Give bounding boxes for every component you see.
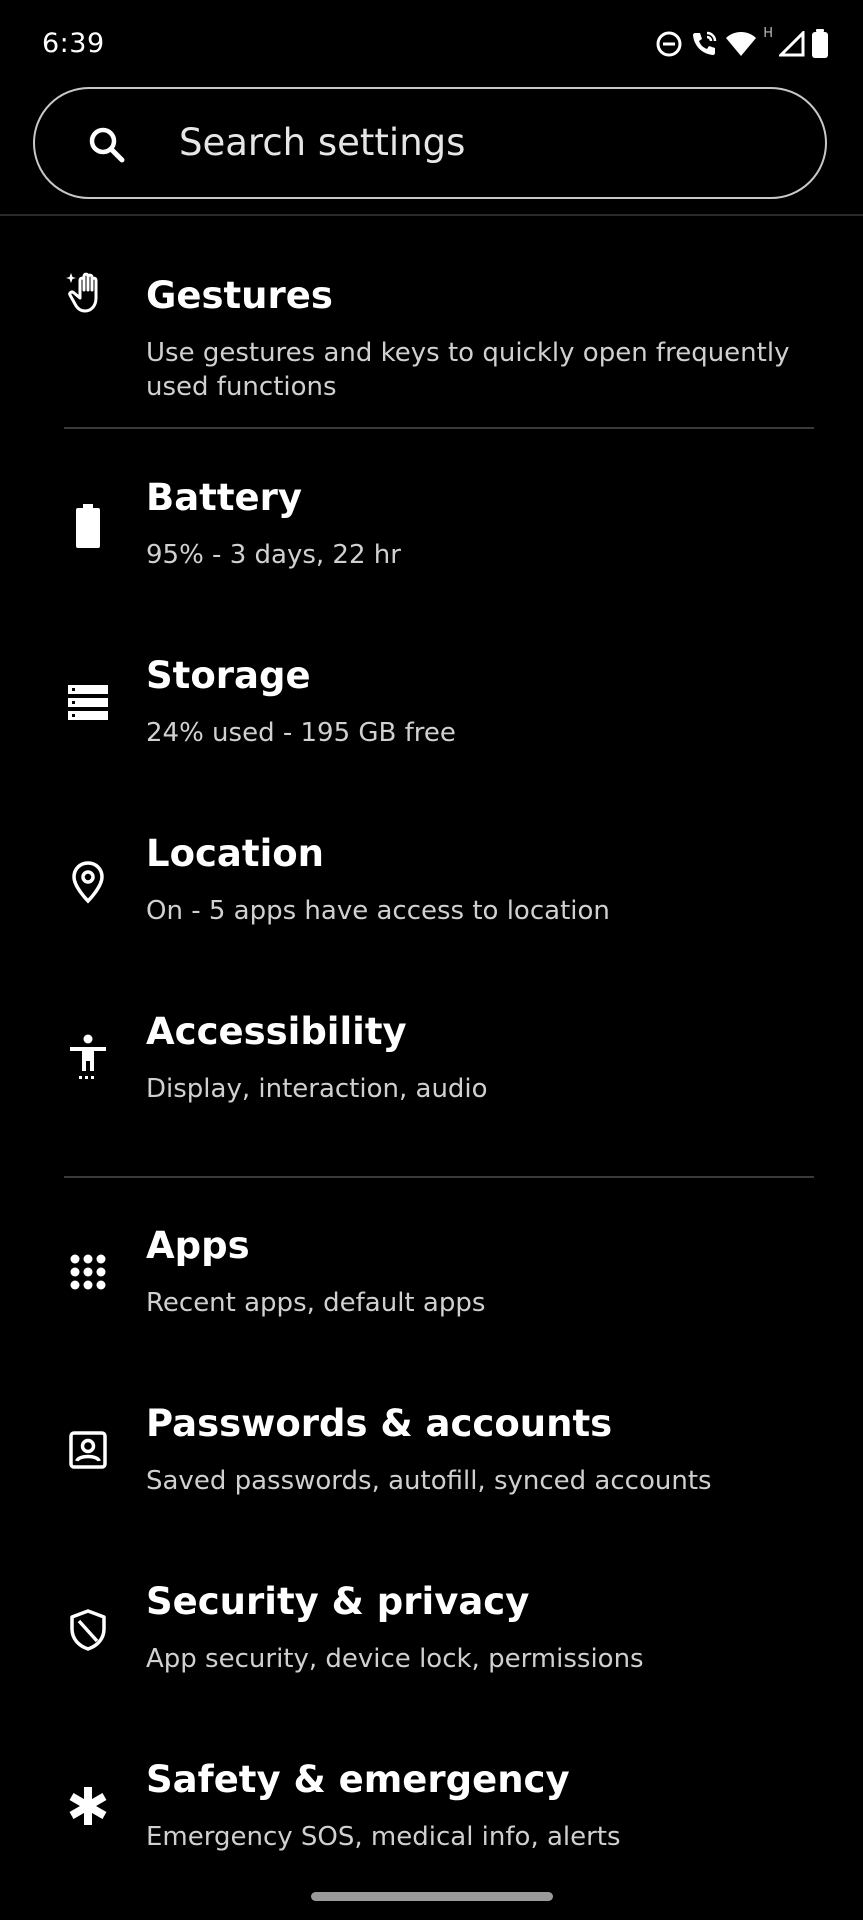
setting-item-security-privacy[interactable]: Security & privacy App security, device … bbox=[0, 1580, 863, 1700]
setting-title: Location bbox=[146, 832, 325, 875]
setting-item-battery[interactable]: Battery 95% - 3 days, 22 hr bbox=[0, 476, 863, 596]
account-box-icon bbox=[62, 1424, 114, 1476]
setting-item-location[interactable]: Location On - 5 apps have access to loca… bbox=[0, 832, 863, 952]
setting-item-safety-emergency[interactable]: Safety & emergency Emergency SOS, medica… bbox=[0, 1758, 863, 1878]
setting-subtitle: Use gestures and keys to quickly open fr… bbox=[146, 338, 790, 402]
setting-subtitle: On - 5 apps have access to location bbox=[146, 896, 610, 926]
setting-subtitle: 24% used - 195 GB free bbox=[146, 718, 456, 748]
shield-icon bbox=[62, 1604, 114, 1656]
setting-title: Passwords & accounts bbox=[146, 1402, 613, 1445]
wifi-calling-icon bbox=[689, 29, 719, 59]
status-icons: H bbox=[655, 26, 829, 60]
setting-subtitle: Display, interaction, audio bbox=[146, 1074, 488, 1104]
setting-subtitle: Recent apps, default apps bbox=[146, 1288, 486, 1318]
setting-title: Safety & emergency bbox=[146, 1758, 570, 1801]
setting-title: Battery bbox=[146, 476, 303, 519]
setting-subtitle: Emergency SOS, medical info, alerts bbox=[146, 1822, 621, 1852]
location-pin-icon bbox=[62, 856, 114, 908]
cellular-signal-icon bbox=[779, 31, 805, 57]
header-divider bbox=[0, 214, 863, 216]
setting-title: Security & privacy bbox=[146, 1580, 530, 1623]
home-indicator[interactable] bbox=[311, 1892, 553, 1901]
accessibility-icon bbox=[62, 1032, 114, 1084]
search-bar[interactable] bbox=[33, 87, 827, 199]
setting-item-storage[interactable]: Storage 24% used - 195 GB free bbox=[0, 654, 863, 774]
emergency-asterisk-icon bbox=[62, 1780, 114, 1832]
section-divider bbox=[64, 1176, 814, 1178]
setting-item-apps[interactable]: Apps Recent apps, default apps bbox=[0, 1224, 863, 1344]
setting-title: Storage bbox=[146, 654, 311, 697]
storage-icon bbox=[62, 676, 114, 728]
section-divider bbox=[64, 427, 814, 429]
search-icon bbox=[87, 125, 127, 165]
setting-subtitle: 95% - 3 days, 22 hr bbox=[146, 540, 401, 570]
setting-title: Gestures bbox=[146, 274, 333, 317]
do-not-disturb-icon bbox=[655, 30, 683, 58]
network-type-label: H bbox=[763, 26, 773, 41]
battery-icon bbox=[811, 29, 829, 59]
setting-subtitle: Saved passwords, autofill, synced accoun… bbox=[146, 1466, 712, 1496]
search-input[interactable] bbox=[179, 89, 779, 197]
status-bar: 6:39 H bbox=[0, 0, 863, 88]
setting-item-gestures[interactable]: Gestures Use gestures and keys to quickl… bbox=[0, 244, 863, 404]
wifi-icon bbox=[725, 30, 757, 58]
setting-item-accessibility[interactable]: Accessibility Display, interaction, audi… bbox=[0, 1010, 863, 1130]
setting-title: Apps bbox=[146, 1224, 250, 1267]
battery-icon bbox=[62, 500, 114, 552]
apps-grid-icon bbox=[62, 1246, 114, 1298]
setting-title: Accessibility bbox=[146, 1010, 407, 1053]
gesture-hand-icon bbox=[62, 266, 114, 318]
setting-subtitle: App security, device lock, permissions bbox=[146, 1644, 644, 1674]
status-time: 6:39 bbox=[42, 28, 105, 59]
setting-item-passwords-accounts[interactable]: Passwords & accounts Saved passwords, au… bbox=[0, 1402, 863, 1522]
